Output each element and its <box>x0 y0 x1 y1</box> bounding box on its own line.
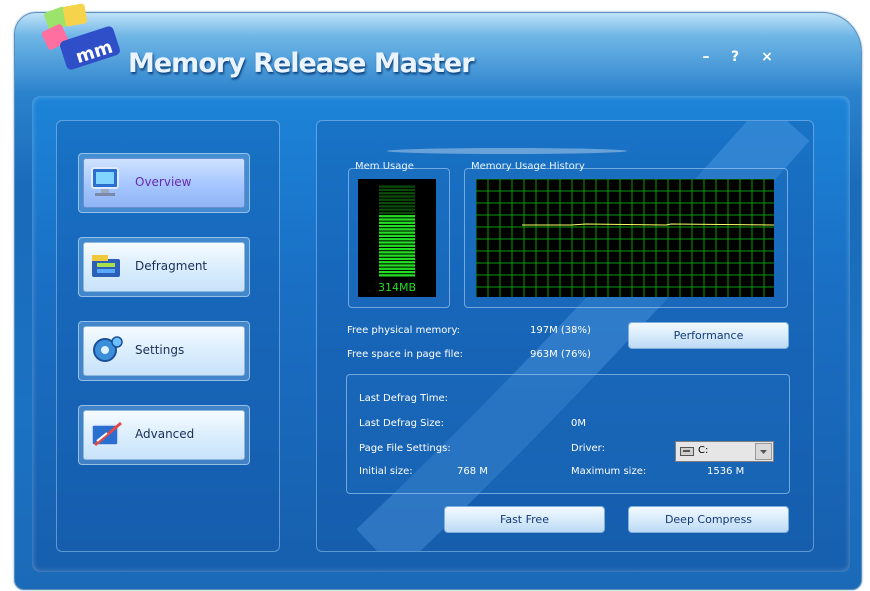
gauge-segment <box>379 208 415 211</box>
gauge-segment <box>379 257 415 261</box>
free-physical-label: Free physical memory: <box>347 325 460 336</box>
history-grid <box>475 178 775 297</box>
mem-usage-gauge: 314MB <box>358 179 436 297</box>
nav-advanced-button[interactable]: Advanced <box>78 405 250 465</box>
gauge-segment <box>379 201 415 205</box>
nav-settings-label: Settings <box>135 343 185 357</box>
gear-icon <box>93 336 123 362</box>
fast-free-button[interactable]: Fast Free <box>444 506 605 533</box>
app-title: Memory Release Master <box>128 48 475 79</box>
nav-advanced-label: Advanced <box>135 427 195 441</box>
gauge-segment <box>379 274 415 277</box>
memory-history-caption: Memory Usage History <box>471 161 585 172</box>
mem-usage-value: 314MB <box>377 281 417 294</box>
gauge-segment <box>379 195 415 198</box>
chevron-down-icon[interactable] <box>755 443 772 460</box>
gauge-segment <box>379 215 415 218</box>
last-defrag-size-value: 0M <box>571 418 586 429</box>
gauge-segment <box>379 241 415 244</box>
gauge-segment <box>379 254 415 257</box>
last-defrag-time-label: Last Defrag Time: <box>359 393 448 404</box>
maximum-size-label: Maximum size: <box>571 466 647 477</box>
last-defrag-size-label: Last Defrag Size: <box>359 418 445 429</box>
gauge-segment <box>379 251 415 254</box>
gauge-segment <box>379 218 415 221</box>
gauge-segment <box>379 224 415 228</box>
free-page-value: 963M (76%) <box>530 349 591 360</box>
minimize-button[interactable]: – <box>697 48 715 66</box>
driver-label: Driver: <box>571 443 605 454</box>
gauge-segment <box>379 221 415 224</box>
mem-usage-caption: Mem Usage <box>355 161 414 172</box>
monitor-icon <box>91 167 119 196</box>
nav-overview-label: Overview <box>135 175 192 189</box>
driver-select[interactable]: C: <box>675 441 774 462</box>
free-physical-value: 197M (38%) <box>530 325 591 336</box>
app-logo-icon: mm <box>41 3 120 70</box>
disk-icon <box>92 255 120 277</box>
mem-usage-bars <box>379 185 415 277</box>
gauge-segment <box>379 228 415 231</box>
nav-settings-button[interactable]: Settings <box>78 321 250 381</box>
nav-defragment-label: Defragment <box>135 259 208 273</box>
gauge-segment <box>379 234 415 238</box>
gauge-segment <box>379 244 415 247</box>
page-file-settings-label: Page File Settings: <box>359 443 451 454</box>
free-page-label: Free space in page file: <box>347 349 463 360</box>
gauge-segment <box>379 231 415 234</box>
gauge-segment <box>379 188 415 192</box>
driver-value: C: <box>698 445 709 456</box>
gauge-segment <box>379 198 415 201</box>
gauge-segment <box>379 192 415 195</box>
gauge-segment <box>379 247 415 251</box>
gauge-segment <box>379 267 415 270</box>
initial-size-value: 768 M <box>457 466 488 477</box>
nav-defragment-button[interactable]: Defragment <box>78 237 250 297</box>
maximum-size-value: 1536 M <box>707 466 745 477</box>
performance-button[interactable]: Performance <box>628 322 789 349</box>
nav-overview-button[interactable]: Overview <box>78 153 250 213</box>
close-button[interactable]: × <box>758 48 776 66</box>
tools-icon <box>91 421 122 447</box>
gauge-segment <box>379 205 415 208</box>
gauge-segment <box>379 238 415 241</box>
help-button[interactable]: ? <box>726 48 744 66</box>
gauge-segment <box>379 261 415 264</box>
drive-icon <box>680 447 694 456</box>
initial-size-label: Initial size: <box>359 466 413 477</box>
gauge-segment <box>379 264 415 267</box>
gauge-segment <box>379 211 415 215</box>
gauge-segment <box>379 270 415 274</box>
gauge-segment <box>379 185 415 188</box>
memory-history-graph <box>475 178 775 297</box>
deep-compress-button[interactable]: Deep Compress <box>628 506 789 533</box>
